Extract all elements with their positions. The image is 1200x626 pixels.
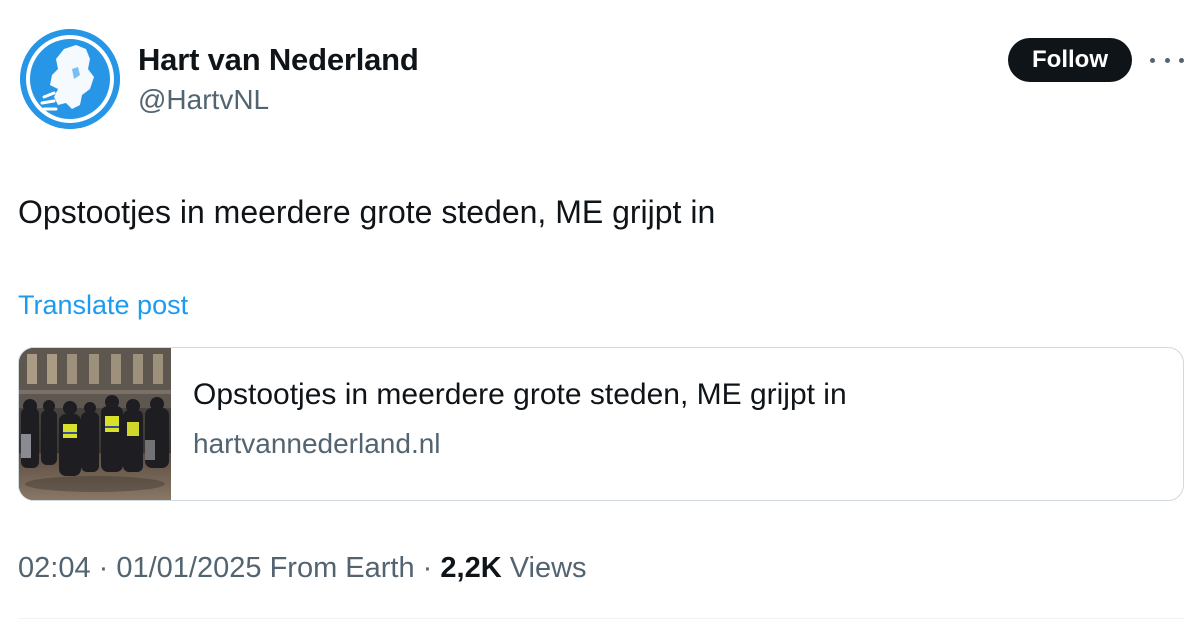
post-text: Opstootjes in meerdere grote steden, ME … — [18, 194, 716, 230]
more-dot — [1179, 57, 1184, 63]
views-label: Views — [501, 552, 587, 584]
post-meta: 02:04 · 01/01/2025 From Earth · 2,2K Vie… — [18, 552, 587, 585]
link-card-title: Opstootjes in meerdere grote steden, ME … — [193, 378, 847, 411]
police-crowd-photo-icon — [19, 348, 171, 500]
link-card[interactable]: Opstootjes in meerdere grote steden, ME … — [18, 347, 1184, 501]
more-dot — [1164, 57, 1170, 63]
avatar[interactable] — [20, 29, 120, 129]
post-date[interactable]: 01/01/2025 — [116, 552, 261, 584]
netherlands-map-logo-icon — [20, 29, 120, 129]
account-handle[interactable]: @HartvNL — [138, 84, 269, 116]
follow-button[interactable]: Follow — [1008, 38, 1132, 82]
account-name[interactable]: Hart van Nederland — [138, 42, 419, 78]
more-horizontal-icon[interactable] — [1150, 50, 1184, 70]
divider — [18, 618, 1184, 619]
meta-separator: · — [90, 552, 117, 584]
post-source: From Earth — [261, 552, 415, 584]
post-time[interactable]: 02:04 — [18, 552, 91, 584]
more-dot — [1150, 57, 1155, 63]
translate-post-link[interactable]: Translate post — [18, 290, 188, 321]
link-card-domain: hartvannederland.nl — [193, 428, 441, 459]
views-count[interactable]: 2,2K — [440, 552, 501, 584]
meta-separator: · — [414, 552, 441, 584]
link-card-thumbnail — [19, 348, 171, 500]
